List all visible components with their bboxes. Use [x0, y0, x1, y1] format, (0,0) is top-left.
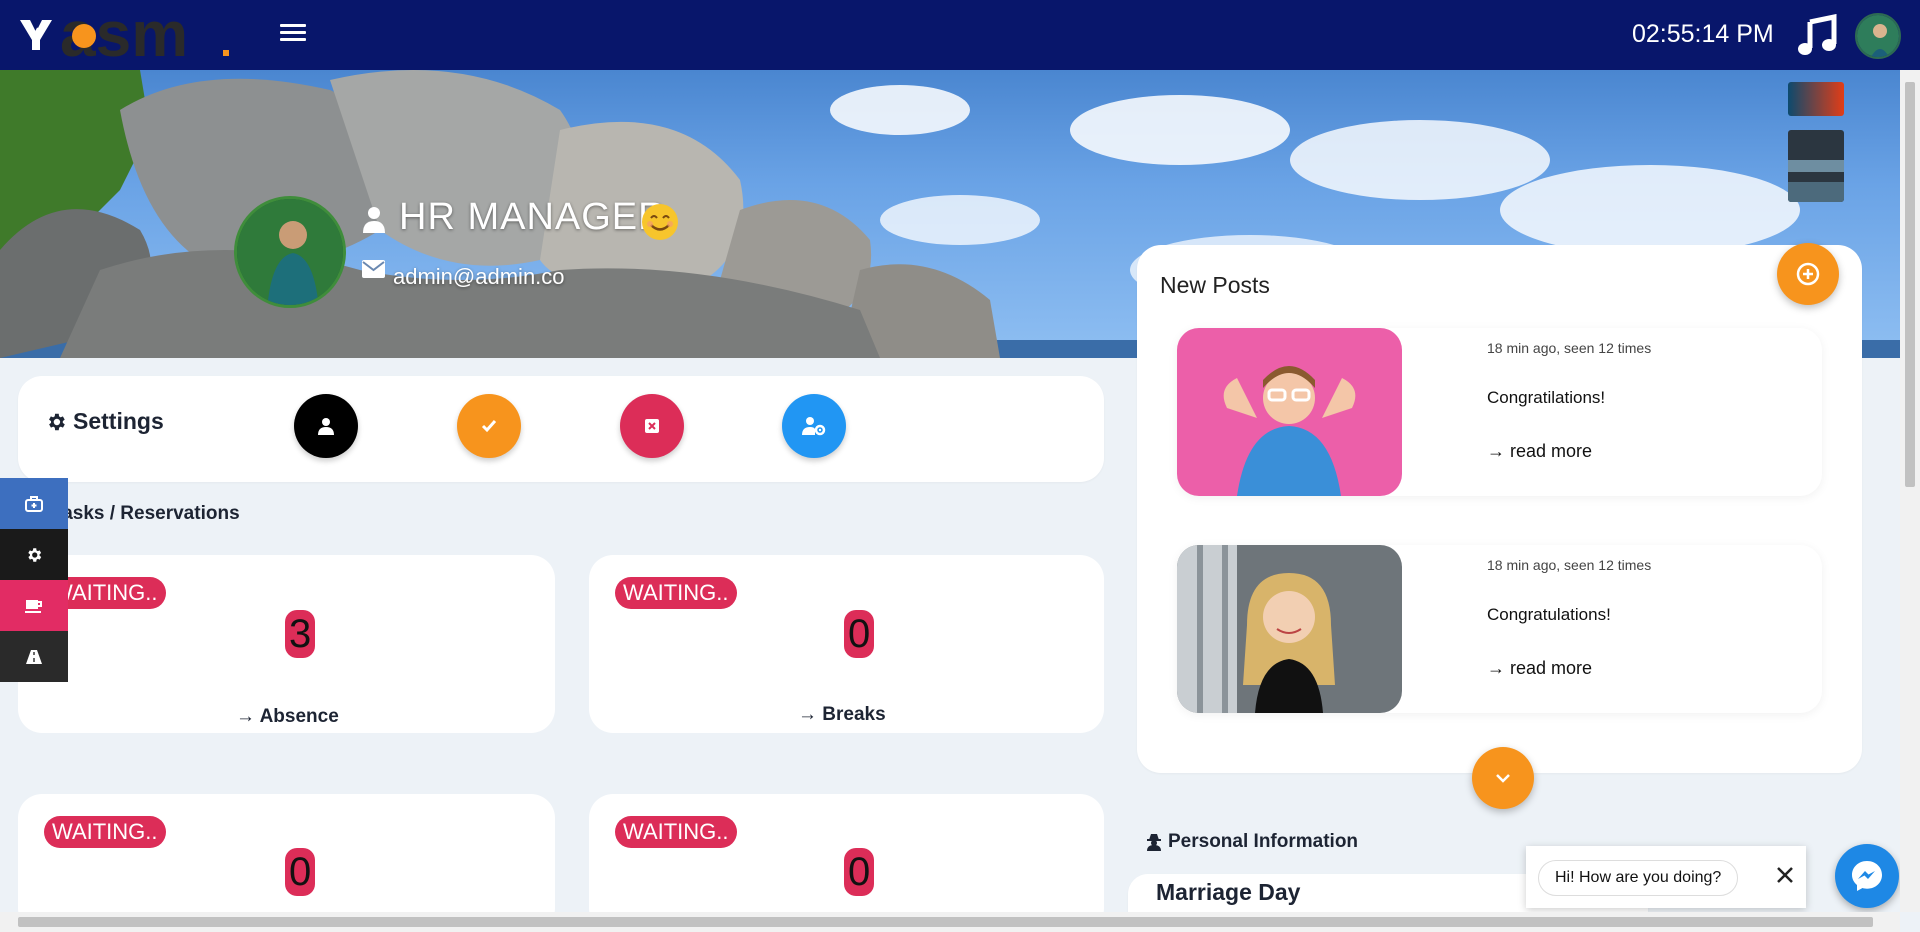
plus-circle-icon	[1796, 262, 1820, 286]
tasks-section-title: Tasks / Reservations	[52, 503, 240, 524]
personal-info-title: Personal Information	[1146, 831, 1358, 853]
profile-settings-button[interactable]	[294, 394, 358, 458]
read-more-link[interactable]: → read more	[1487, 441, 1592, 462]
vertical-scroll-thumb[interactable]	[1905, 82, 1915, 487]
pending-count: 0	[844, 848, 875, 896]
user-gear-icon	[802, 417, 826, 436]
medical-kit-icon	[25, 495, 43, 512]
top-bar: asm 02:55:14 PM	[0, 0, 1920, 70]
vertical-scrollbar[interactable]	[1900, 70, 1920, 912]
profile-avatar[interactable]	[234, 196, 346, 308]
banner-thumbnail[interactable]	[1788, 130, 1844, 202]
side-nav-medical[interactable]	[0, 478, 68, 529]
profile-email: admin@admin.co	[393, 264, 565, 289]
user-settings-button[interactable]	[782, 394, 846, 458]
settings-card	[18, 376, 1104, 482]
posts-title: New Posts	[1160, 272, 1270, 298]
load-more-button[interactable]	[1472, 747, 1534, 809]
banner-thumbnails	[1788, 82, 1844, 216]
close-square-icon	[645, 419, 659, 433]
personal-info-label: Personal Information	[1168, 831, 1359, 852]
post-item[interactable]: 18 min ago, seen 12 times Congratilation…	[1177, 328, 1822, 496]
read-more-link[interactable]: → read more	[1487, 658, 1592, 679]
clock: 02:55:14 PM	[1632, 20, 1774, 48]
close-icon[interactable]	[1772, 862, 1798, 888]
messenger-icon	[1852, 861, 1882, 891]
status-badge: WAITING..	[44, 816, 166, 848]
gear-icon	[28, 547, 42, 562]
absence-link[interactable]: → Absence	[236, 706, 339, 728]
reject-button[interactable]	[620, 394, 684, 458]
user-icon	[318, 418, 334, 435]
chat-greeting[interactable]: Hi! How are you doing?	[1538, 860, 1739, 896]
asm-logo[interactable]: asm	[18, 6, 233, 62]
chat-popup: Hi! How are you doing?	[1526, 846, 1806, 908]
horizontal-scroll-thumb[interactable]	[18, 917, 1873, 927]
side-nav-settings[interactable]	[0, 529, 68, 580]
pending-count: 0	[285, 848, 316, 896]
marriage-day-title: Marriage Day	[1156, 879, 1301, 905]
menu-toggle-icon[interactable]	[280, 24, 306, 48]
user-avatar[interactable]	[1855, 13, 1901, 59]
coffee-icon	[25, 599, 42, 613]
mail-icon	[362, 260, 385, 278]
road-icon	[26, 649, 42, 664]
side-nav-road[interactable]	[0, 631, 68, 682]
chevron-down-icon	[1496, 774, 1510, 783]
post-meta: 18 min ago, seen 12 times	[1487, 340, 1652, 356]
settings-title: Settings	[45, 408, 164, 435]
check-icon	[481, 420, 497, 433]
profile-name: HR MANAGER	[399, 196, 667, 238]
gear-icon	[49, 413, 65, 430]
side-quick-nav	[0, 478, 68, 682]
person-icon	[363, 207, 385, 233]
status-badge: WAITING..	[615, 816, 737, 848]
messenger-button[interactable]	[1835, 844, 1899, 908]
pending-count: 0	[844, 610, 875, 658]
post-meta: 18 min ago, seen 12 times	[1487, 557, 1652, 573]
post-image	[1177, 545, 1402, 713]
post-item[interactable]: 18 min ago, seen 12 times Congratulation…	[1177, 545, 1822, 713]
add-post-button[interactable]	[1777, 243, 1839, 305]
banner-thumbnail[interactable]	[1788, 82, 1844, 116]
post-text: Congratilations!	[1487, 388, 1606, 407]
user-secret-icon	[1147, 834, 1161, 851]
post-text: Congratulations!	[1487, 605, 1611, 624]
music-icon[interactable]	[1796, 14, 1840, 58]
breaks-link[interactable]: → Breaks	[798, 704, 886, 726]
post-image	[1177, 328, 1402, 496]
status-badge: WAITING..	[615, 577, 737, 609]
side-nav-breaks[interactable]	[0, 580, 68, 631]
settings-label: Settings	[73, 408, 164, 434]
horizontal-scrollbar[interactable]	[0, 912, 1900, 932]
smile-emoji-icon	[642, 204, 678, 240]
approve-button[interactable]	[457, 394, 521, 458]
pending-count: 3	[285, 610, 316, 658]
